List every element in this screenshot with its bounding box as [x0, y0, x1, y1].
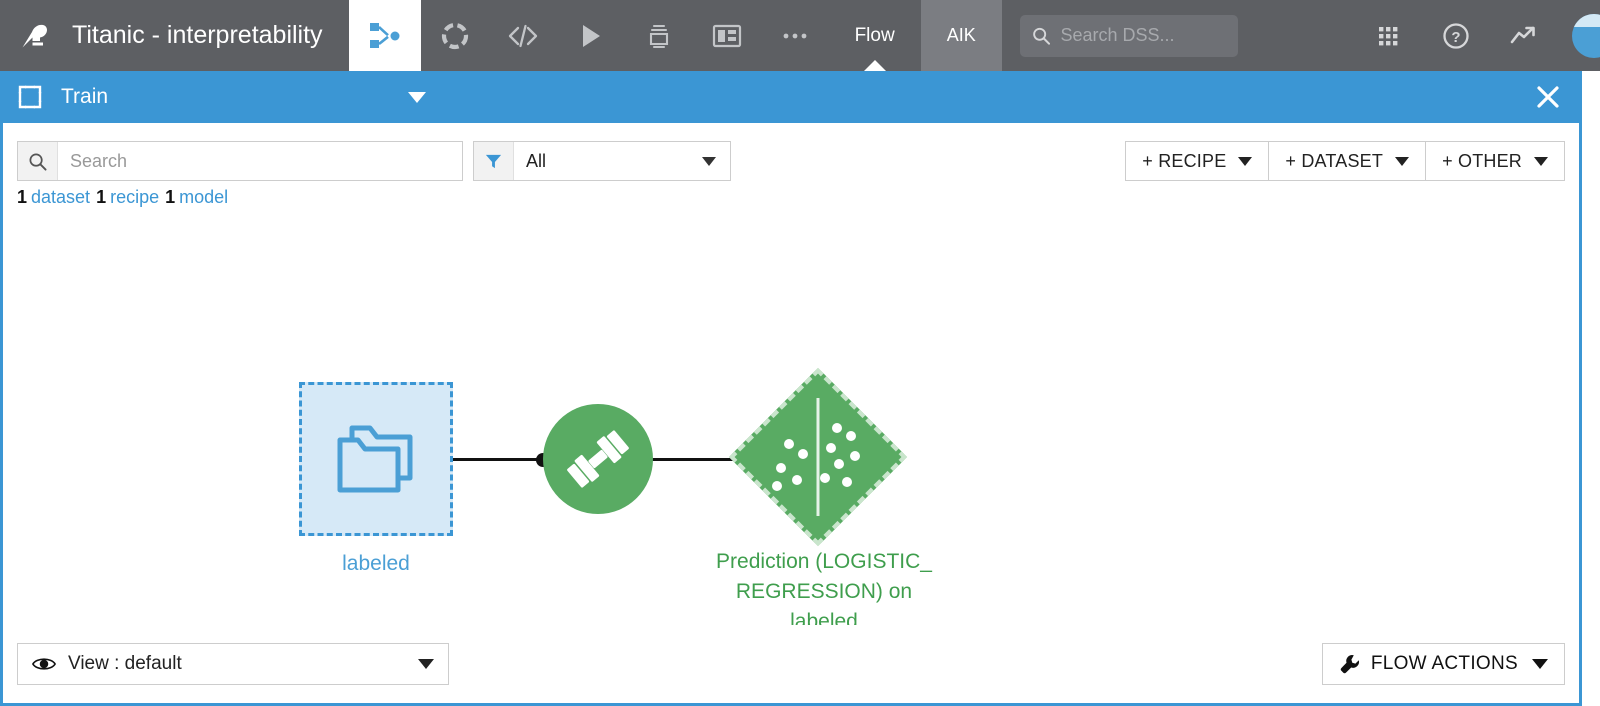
zone-name[interactable]: Train — [61, 85, 108, 109]
model-count: 1 — [165, 187, 176, 207]
recipe-count: 1 — [96, 187, 107, 207]
nav-dashboard-icon[interactable] — [693, 0, 761, 71]
help-question-icon: ? — [1443, 22, 1469, 49]
close-icon — [1537, 86, 1559, 108]
search-icon-wrap — [18, 142, 58, 180]
add-recipe-button[interactable]: + RECIPE — [1125, 141, 1270, 181]
model-node-label[interactable]: Prediction (LOGISTIC_ REGRESSION) on lab… — [697, 547, 951, 625]
jobs-icon — [649, 24, 668, 48]
code-icon — [508, 24, 537, 47]
flow-toolbar: All + RECIPE + DATASET + OTHER — [3, 123, 1579, 203]
play-icon — [582, 24, 600, 47]
zone-close-button[interactable] — [1533, 82, 1563, 112]
nav-jobs-icon[interactable] — [625, 0, 693, 71]
active-tab-caret-icon — [863, 60, 886, 71]
svg-text:?: ? — [1451, 29, 1460, 46]
dataiku-logo[interactable] — [0, 0, 72, 71]
project-title[interactable]: Titanic - interpretability — [72, 0, 349, 71]
nav-code-icon[interactable] — [489, 0, 557, 71]
zone-dropdown-caret-icon[interactable] — [408, 91, 427, 103]
dashboard-icon — [712, 24, 741, 47]
nav-aik-tab[interactable]: AIK — [920, 0, 1002, 71]
saved-model-scatter-icon — [735, 374, 902, 541]
recipe-count-link[interactable]: recipe — [110, 187, 159, 207]
user-avatar[interactable] — [1572, 13, 1600, 58]
filter-funnel-icon — [485, 154, 502, 168]
chevron-down-icon — [418, 659, 434, 669]
flow-filter-select[interactable]: All — [473, 141, 731, 181]
managed-folder-icon — [337, 425, 413, 493]
zone-header-bar: Train — [3, 71, 1579, 123]
flow-search-input[interactable] — [58, 142, 462, 180]
dataset-node-label[interactable]: labeled — [249, 552, 503, 576]
filter-icon-wrap — [474, 142, 514, 180]
search-icon — [29, 153, 47, 171]
trending-up-icon — [1510, 26, 1535, 43]
activity-button[interactable] — [1490, 23, 1558, 49]
flow-search-field[interactable] — [17, 141, 463, 181]
flow-actions-button[interactable]: FLOW ACTIONS — [1321, 643, 1565, 685]
dataset-node-labeled[interactable] — [299, 382, 453, 536]
nav-flow-label: Flow — [854, 24, 895, 46]
chevron-down-icon — [1238, 156, 1253, 166]
add-dataset-button[interactable]: + DATASET — [1268, 141, 1427, 181]
nav-lab-icon[interactable] — [421, 0, 489, 71]
flow-bottom-bar: View : default FLOW ACTIONS — [3, 625, 1579, 703]
flow-toolbar-actions: + RECIPE + DATASET + OTHER — [1125, 141, 1565, 181]
dataset-count: 1 — [17, 187, 28, 207]
chevron-down-icon — [1395, 156, 1410, 166]
topbar-right-icons: ? — [1354, 0, 1600, 71]
global-search-wrap — [1019, 0, 1238, 71]
nav-flow-icon-tab[interactable] — [348, 0, 421, 71]
flow-filter-value: All — [526, 150, 547, 171]
recipe-node-train[interactable] — [543, 404, 653, 514]
help-button[interactable]: ? — [1422, 22, 1490, 50]
apps-grid-button[interactable] — [1354, 23, 1422, 49]
nav-aik-label: AIK — [946, 25, 976, 45]
wrench-icon — [1340, 654, 1359, 674]
add-other-button[interactable]: + OTHER — [1425, 141, 1565, 181]
more-ellipsis-icon — [783, 33, 806, 38]
search-icon — [1032, 27, 1050, 45]
lab-icon — [441, 22, 468, 49]
flow-actions-label: FLOW ACTIONS — [1370, 653, 1518, 674]
global-search-input[interactable] — [1060, 25, 1226, 46]
apps-grid-icon — [1379, 26, 1398, 45]
top-navigation-bar: Titanic - interpretability Flow AIK Sear… — [0, 0, 1600, 71]
zone-frame-icon — [18, 85, 42, 109]
nav-more-icon[interactable] — [761, 0, 829, 71]
add-other-label: + OTHER — [1442, 150, 1522, 171]
model-count-link[interactable]: model — [179, 187, 228, 207]
nav-flow-tab[interactable]: Flow — [829, 0, 921, 71]
view-select-label: View : default — [68, 653, 182, 674]
add-dataset-label: + DATASET — [1285, 150, 1384, 171]
flow-canvas[interactable]: labeled Prediction (LOGISTIC_ REGRESSION… — [3, 227, 1579, 625]
flow-zone-frame: Train All — [0, 71, 1582, 706]
dataiku-bird-logo-icon — [22, 24, 47, 47]
model-label-line-1: Prediction (LOGISTIC_ — [716, 550, 932, 573]
model-label-line-3: labeled — [790, 610, 858, 625]
train-dumbbell-icon — [567, 430, 629, 488]
chevron-down-icon — [1534, 156, 1548, 166]
global-search-box[interactable] — [1019, 14, 1238, 57]
view-select-button[interactable]: View : default — [17, 643, 449, 685]
flow-branch-icon — [369, 22, 400, 48]
model-label-line-2: REGRESSION) on — [735, 580, 913, 603]
dataset-count-link[interactable]: dataset — [31, 187, 90, 207]
eye-icon — [32, 658, 56, 670]
nav-run-icon[interactable] — [557, 0, 625, 71]
add-recipe-label: + RECIPE — [1142, 150, 1227, 171]
chevron-down-icon — [702, 156, 716, 166]
flow-item-counts: 1 dataset 1 recipe 1 model — [17, 187, 234, 208]
chevron-down-icon — [1532, 659, 1548, 669]
model-node-prediction[interactable] — [728, 367, 908, 547]
